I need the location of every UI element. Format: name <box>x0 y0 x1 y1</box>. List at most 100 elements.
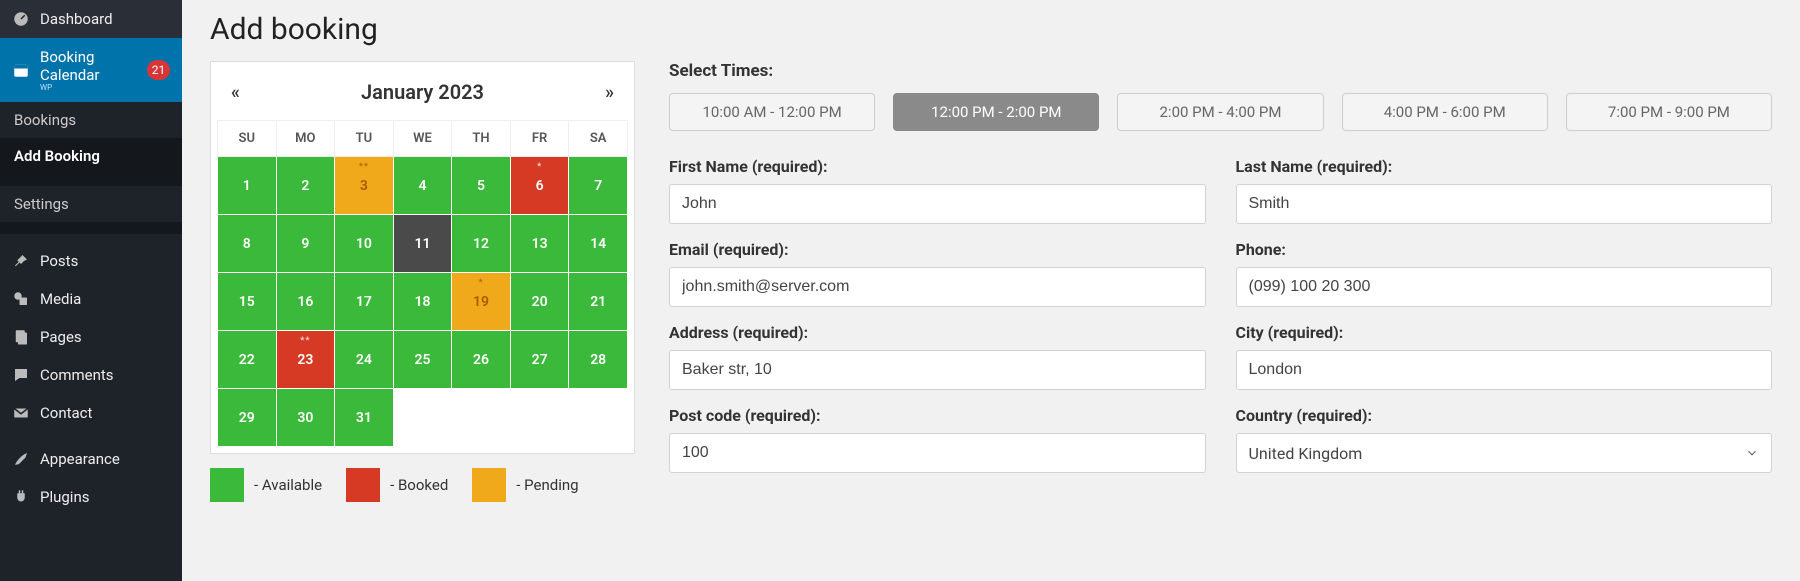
media-icon <box>12 290 30 308</box>
dashboard-icon <box>12 10 30 28</box>
calendar-day-20[interactable]: 20 <box>510 273 569 331</box>
calendar-day-26[interactable]: 26 <box>452 331 511 389</box>
weekday-label: MO <box>276 121 335 157</box>
sidebar-item-label: Media <box>40 290 81 308</box>
calendar-day-22[interactable]: 22 <box>218 331 277 389</box>
legend-swatch-booked <box>346 468 380 502</box>
country-select[interactable]: United Kingdom <box>1236 433 1773 473</box>
calendar-day-28[interactable]: 28 <box>569 331 628 389</box>
calendar-day-number: 29 <box>239 410 255 426</box>
chevron-down-icon <box>1745 446 1759 460</box>
calendar-day-8[interactable]: 8 <box>218 215 277 273</box>
time-slot-1[interactable]: 12:00 PM - 2:00 PM <box>893 93 1099 131</box>
email-label: Email (required): <box>669 240 1206 259</box>
calendar-day-number: 18 <box>414 294 430 310</box>
time-slot-4[interactable]: 7:00 PM - 9:00 PM <box>1566 93 1772 131</box>
calendar-day-13[interactable]: 13 <box>510 215 569 273</box>
city-label: City (required): <box>1236 323 1773 342</box>
calendar-column: « January 2023 » SU MO TU WE TH FR SA <box>210 61 635 502</box>
calendar-day-number: 14 <box>590 236 606 252</box>
first-name-input[interactable] <box>669 184 1206 224</box>
calendar-day-15[interactable]: 15 <box>218 273 277 331</box>
address-label: Address (required): <box>669 323 1206 342</box>
time-slots: 10:00 AM - 12:00 PM 12:00 PM - 2:00 PM 2:0… <box>669 93 1772 131</box>
calendar-day-3[interactable]: **3 <box>335 157 394 215</box>
calendar-day-17[interactable]: 17 <box>335 273 394 331</box>
calendar-day-number: 15 <box>239 294 255 310</box>
sidebar-item-booking-calendar[interactable]: Booking Calendar WP 21 <box>0 38 182 102</box>
sidebar-item-contact[interactable]: Contact <box>0 394 182 432</box>
last-name-input[interactable] <box>1236 184 1773 224</box>
calendar-day-27[interactable]: 27 <box>510 331 569 389</box>
sidebar-item-pages[interactable]: Pages <box>0 318 182 356</box>
city-input[interactable] <box>1236 350 1773 390</box>
calendar-day-4[interactable]: 4 <box>393 157 452 215</box>
calendar-day-number: 31 <box>356 410 372 426</box>
calendar-day-23[interactable]: **23 <box>276 331 335 389</box>
calendar-day-29[interactable]: 29 <box>218 389 277 447</box>
calendar-day-6[interactable]: *6 <box>510 157 569 215</box>
calendar-day-number: 25 <box>414 352 430 368</box>
sidebar-item-label: Contact <box>40 404 92 422</box>
sidebar-subnav-bookings[interactable]: Bookings <box>0 102 182 138</box>
sidebar-item-posts[interactable]: Posts <box>0 242 182 280</box>
calendar-day-2[interactable]: 2 <box>276 157 335 215</box>
calendar-day-7[interactable]: 7 <box>569 157 628 215</box>
sidebar-item-appearance[interactable]: Appearance <box>0 440 182 478</box>
calendar-prev-button[interactable]: « <box>225 82 246 103</box>
calendar-day-number: 1 <box>243 178 251 194</box>
postcode-input[interactable] <box>669 433 1206 473</box>
sidebar-subnav-settings[interactable]: Settings <box>0 186 182 222</box>
calendar-day-31[interactable]: 31 <box>335 389 394 447</box>
booking-indicator-dots: * <box>511 163 569 172</box>
calendar-day-5[interactable]: 5 <box>452 157 511 215</box>
sidebar-subnav-add-booking[interactable]: Add Booking <box>0 138 182 174</box>
calendar-day-9[interactable]: 9 <box>276 215 335 273</box>
calendar-day-11[interactable]: 11 <box>393 215 452 273</box>
calendar-day-number: 12 <box>473 236 489 252</box>
calendar-week-row: 891011 12 13 14 <box>218 215 628 273</box>
calendar-day-number: 20 <box>532 294 548 310</box>
time-slot-3[interactable]: 4:00 PM - 6:00 PM <box>1342 93 1548 131</box>
calendar-day-24[interactable]: 24 <box>335 331 394 389</box>
calendar-day-25[interactable]: 25 <box>393 331 452 389</box>
sidebar-item-comments[interactable]: Comments <box>0 356 182 394</box>
calendar-day-empty <box>393 389 452 447</box>
sidebar-item-label: Dashboard <box>40 10 113 28</box>
time-slot-2[interactable]: 2:00 PM - 4:00 PM <box>1117 93 1323 131</box>
booking-calendar: « January 2023 » SU MO TU WE TH FR SA <box>210 61 635 454</box>
address-input[interactable] <box>669 350 1206 390</box>
calendar-weekday-row: SU MO TU WE TH FR SA <box>218 121 628 157</box>
calendar-day-10[interactable]: 10 <box>335 215 394 273</box>
phone-label: Phone: <box>1236 240 1773 259</box>
calendar-day-30[interactable]: 30 <box>276 389 335 447</box>
phone-input[interactable] <box>1236 267 1773 307</box>
booking-indicator-dots: * <box>452 279 510 288</box>
calendar-day-number: 2 <box>301 178 309 194</box>
weekday-label: TU <box>335 121 394 157</box>
weekday-label: TH <box>452 121 511 157</box>
calendar-week-row: 1 2 **3 4 5 *67 <box>218 157 628 215</box>
calendar-next-button[interactable]: » <box>599 82 620 103</box>
brush-icon <box>12 450 30 468</box>
sidebar-item-media[interactable]: Media <box>0 280 182 318</box>
calendar-day-18[interactable]: 18 <box>393 273 452 331</box>
calendar-day-number: 5 <box>477 178 485 194</box>
select-times-label: Select Times: <box>669 61 1772 81</box>
comment-icon <box>12 366 30 384</box>
calendar-day-number: 4 <box>418 178 426 194</box>
calendar-day-12[interactable]: 12 <box>452 215 511 273</box>
calendar-day-19[interactable]: *19 <box>452 273 511 331</box>
calendar-day-16[interactable]: 16 <box>276 273 335 331</box>
calendar-day-21[interactable]: 21 <box>569 273 628 331</box>
calendar-day-number: 16 <box>297 294 313 310</box>
time-slot-0[interactable]: 10:00 AM - 12:00 PM <box>669 93 875 131</box>
calendar-day-number: 21 <box>590 294 606 310</box>
booking-indicator-dots: ** <box>277 337 335 346</box>
calendar-day-14[interactable]: 14 <box>569 215 628 273</box>
plug-icon <box>12 488 30 506</box>
sidebar-item-dashboard[interactable]: Dashboard <box>0 0 182 38</box>
sidebar-item-plugins[interactable]: Plugins <box>0 478 182 516</box>
calendar-day-1[interactable]: 1 <box>218 157 277 215</box>
email-input[interactable] <box>669 267 1206 307</box>
